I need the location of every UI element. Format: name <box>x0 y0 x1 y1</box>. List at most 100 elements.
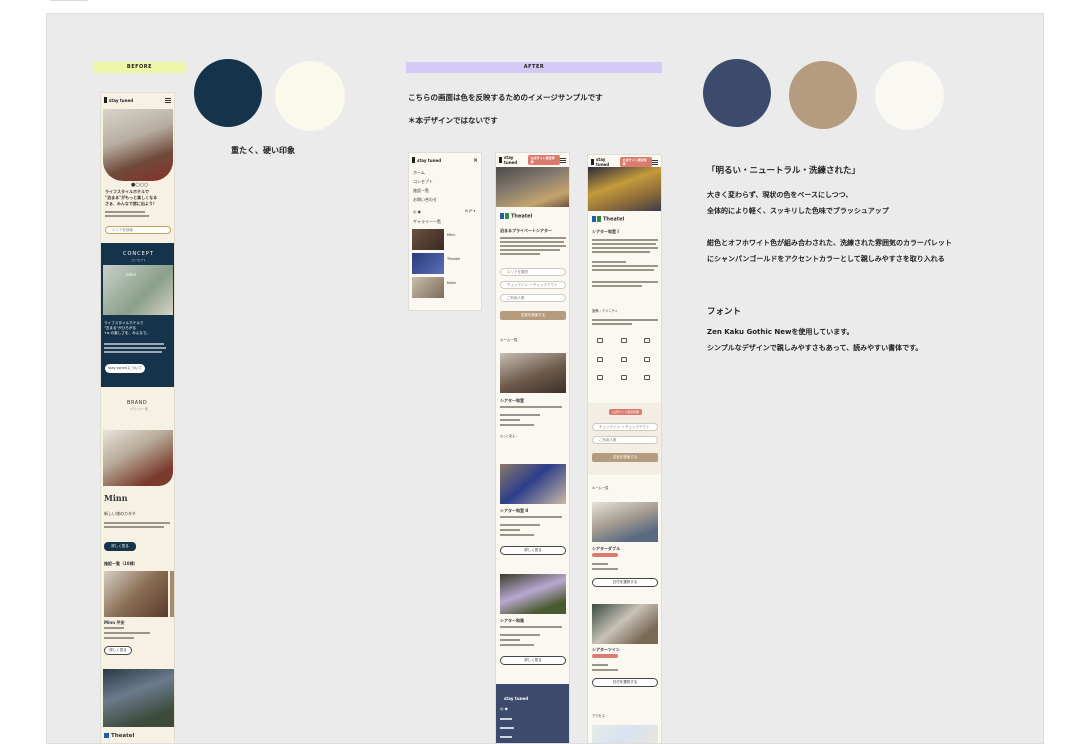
room-meta-line <box>500 639 520 641</box>
before-phone-mockup: stay tuned ●○○○ ライフスタイルホテルで "泊まる"がもっと楽しく… <box>100 92 175 743</box>
concept-photo <box>103 265 173 315</box>
brand-logo[interactable]: stay tuned <box>499 155 528 165</box>
menu-item-concept[interactable]: コンセプト <box>413 179 433 185</box>
gallery-thumb-theatel[interactable] <box>412 253 444 274</box>
area-search-input[interactable]: エリアを検索 <box>105 226 171 234</box>
room-detail-button-3[interactable]: 詳しく見る <box>500 656 566 665</box>
facility-detail-button[interactable]: 詳しく見る <box>104 646 132 655</box>
brand-logo[interactable]: stay tuned <box>412 157 441 163</box>
gallery-thumb-minn[interactable] <box>412 229 444 250</box>
promo-badge-2[interactable]: 公式サイト限定特典 <box>609 409 643 415</box>
room-meta-line <box>500 534 534 536</box>
concept-button[interactable]: stay tuned について <box>105 364 145 373</box>
footer-link[interactable] <box>500 718 512 720</box>
concept-text: ライフスタイルホテルで "泊まる"がひろがる +α の楽しさを、みんなで。 <box>104 321 150 335</box>
access-map[interactable] <box>592 725 658 743</box>
room-desc-line <box>500 406 562 408</box>
search-availability-button[interactable]: 空室を検索する <box>500 311 566 320</box>
menu-item-contact[interactable]: お問い合わせ <box>413 197 437 203</box>
room-photo-double <box>592 502 658 542</box>
after-desc-1: 大きく変わらず、現状の色をベースにしつつ、 <box>707 191 853 199</box>
room-name-3: シアター和風 <box>500 618 524 623</box>
hamburger-menu-icon[interactable] <box>165 97 171 103</box>
facility-meta-line <box>104 627 124 629</box>
fridge-icon <box>621 357 627 362</box>
area-select-field[interactable]: エリアを選択 <box>500 268 566 276</box>
room-meta-line <box>500 634 540 636</box>
bath-icon <box>621 338 627 343</box>
room-badge-twin <box>592 654 618 658</box>
footer-link[interactable] <box>500 736 512 738</box>
room-detail-button-2[interactable]: 詳しく見る <box>500 546 566 555</box>
room-more-link[interactable]: もっと見る › <box>500 434 517 438</box>
promo-badge[interactable]: 公式サイト限定特典 <box>527 155 561 165</box>
promo-badge[interactable]: 公式サイト限定特典 <box>619 157 653 167</box>
hero-subtext-line <box>105 211 145 213</box>
search-availability-button[interactable]: 空室を検索する <box>592 453 658 462</box>
social-icons[interactable]: ◎ ◆ <box>413 209 421 214</box>
room-meta-line <box>592 568 618 570</box>
brand-logo[interactable]: stay tuned <box>591 157 620 167</box>
font-heading: フォント <box>707 307 742 317</box>
guest-count-field[interactable]: ご利用人数 <box>592 436 658 444</box>
theatel-name: Theatel <box>603 216 625 223</box>
minn-detail-button[interactable]: 詳しく見る <box>104 542 136 551</box>
amenity-desc-line <box>592 319 658 321</box>
top-tab-chip <box>48 0 90 1</box>
gallery-thumb-nohn[interactable] <box>412 277 444 298</box>
gallery-label-nohn[interactable]: Nohn <box>447 281 456 285</box>
menu-item-facilities[interactable]: 施設一覧 <box>413 188 429 194</box>
concept-section: CONCEPT コンセプト minn ライフスタイルホテルで "泊まる"がひろが… <box>101 243 174 387</box>
hero-photo <box>103 109 173 181</box>
gallery-label-minn[interactable]: Minn <box>447 233 455 237</box>
theatel-label-text: Theatel <box>111 733 135 739</box>
minn-desc-line <box>104 526 164 528</box>
amenity-desc-line <box>592 323 632 325</box>
after-note-2: ＊本デザインではないです <box>408 116 498 125</box>
date-range-field[interactable]: チェックイン → チェックアウト <box>592 423 658 431</box>
facility-hero-photo <box>496 167 569 207</box>
room-meta-line <box>500 644 534 646</box>
brand-name: stay tuned <box>109 97 134 103</box>
kettle-icon <box>644 357 650 362</box>
close-icon[interactable]: × <box>473 157 478 164</box>
room-name-2: シアター和室 II <box>500 508 529 513</box>
tv-icon <box>597 357 603 362</box>
date-range-field[interactable]: チェックイン → チェックアウト <box>500 281 566 289</box>
offwhite-swatch-before <box>275 61 345 131</box>
footer-brand: stay tuned <box>504 696 529 701</box>
room-meta-line <box>500 524 540 526</box>
facility-desc-line <box>500 253 540 255</box>
after-desc-3: 紺色とオフホワイト色が組み合わされた、洗練された雰囲気のカラーパレット <box>707 239 952 247</box>
wifi-icon <box>621 375 627 380</box>
room-desc-line <box>592 269 654 271</box>
after-menu-phone: stay tuned × ホーム コンセプト 施設一覧 お問い合わせ ◎ ◆ ⚙… <box>408 152 482 311</box>
hero-subtext-line <box>105 215 149 217</box>
select-date-button-twin[interactable]: 日付を選択する <box>592 678 658 687</box>
hamburger-menu-icon[interactable] <box>560 157 566 163</box>
after-tag: AFTER <box>406 62 662 73</box>
navy-swatch-after <box>703 59 771 127</box>
facility-desc-line <box>500 245 566 247</box>
hamburger-menu-icon[interactable] <box>652 159 658 165</box>
room-desc-line <box>592 285 642 287</box>
room-photo-3 <box>500 574 566 614</box>
footer-link[interactable] <box>500 727 514 729</box>
room-photo-twin <box>592 604 658 644</box>
brand-logo[interactable]: stay tuned <box>104 97 133 103</box>
language-selector[interactable]: ⚙ JP ▾ <box>465 209 475 213</box>
carousel-dots[interactable]: ●○○○ <box>131 182 148 188</box>
brand-name: stay tuned <box>595 157 610 167</box>
brand-name: stay tuned <box>417 157 442 163</box>
menu-item-home[interactable]: ホーム <box>413 170 425 176</box>
after-desc-4: にシャンパンゴールドをアクセントカラーとして親しみやすさを取り入れる <box>707 255 945 263</box>
gallery-label-theatel[interactable]: Theatel <box>447 257 460 261</box>
select-date-button-double[interactable]: 日付を選択する <box>592 578 658 587</box>
design-board: BEFORE 重たく、硬い印象 stay tuned ●○○○ ライフスタイルホ… <box>46 13 1044 744</box>
guest-count-field[interactable]: ご利用人数 <box>500 294 566 302</box>
room-hero-photo <box>588 167 661 211</box>
room-photo-1 <box>500 353 566 393</box>
footer-social-icons[interactable]: ◎ ◆ <box>500 706 508 711</box>
room-desc-line <box>592 243 656 245</box>
room-meta-line <box>500 529 520 531</box>
